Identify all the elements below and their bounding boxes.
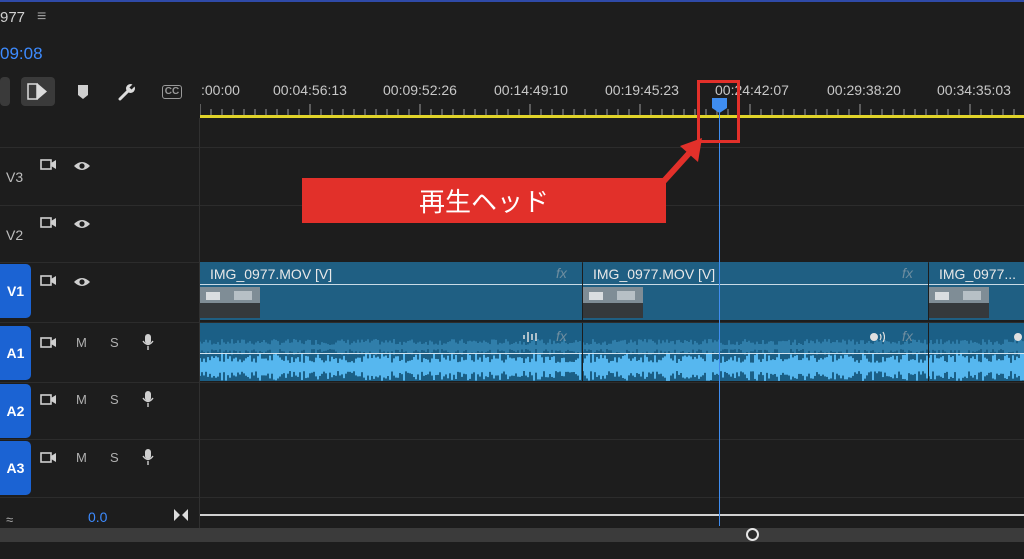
zoom-scroll-handle[interactable]: [746, 528, 759, 541]
fit-sequence-icon[interactable]: [173, 508, 189, 522]
captions-icon: CC: [161, 85, 183, 99]
clip-divider: [583, 284, 928, 285]
work-area-bar[interactable]: [200, 115, 1024, 118]
linked-selection-icon: [27, 83, 47, 100]
video-clip[interactable]: IMG_0977.MOV [V] fx: [583, 262, 928, 320]
clip-title: IMG_0977.MOV [V]: [210, 266, 333, 282]
sync-lock-icon[interactable]: [40, 216, 58, 235]
master-track-line: [200, 514, 1024, 516]
eye-icon[interactable]: [73, 217, 91, 235]
waveform-badge-icon: [523, 332, 537, 342]
ruler-label: 00:19:45:23: [605, 82, 679, 98]
playhead-timecode[interactable]: 09:08: [0, 44, 43, 64]
master-track-icon: ≈: [6, 512, 14, 527]
horizontal-scrollbar[interactable]: [0, 528, 1024, 542]
clip-divider: [929, 353, 1024, 354]
fx-badge: fx: [556, 328, 567, 344]
clip-divider: [200, 353, 582, 354]
track-target-v1[interactable]: V1: [0, 264, 31, 318]
microphone-icon[interactable]: [142, 448, 154, 471]
ruler-label: 00:14:49:10: [494, 82, 568, 98]
clip-divider: [583, 353, 928, 354]
speech-badge-icon: [1014, 333, 1022, 341]
sequence-tab-name[interactable]: 977: [0, 9, 25, 26]
playhead-callout: 再生ヘッド: [302, 178, 666, 223]
microphone-icon[interactable]: [142, 390, 154, 413]
video-clip[interactable]: IMG_0977.MOV [V] fx: [200, 262, 582, 320]
microphone-icon[interactable]: [142, 333, 154, 356]
eye-icon[interactable]: [73, 159, 91, 177]
ruler-label: 00:34:35:03: [937, 82, 1011, 98]
eye-icon[interactable]: [73, 275, 91, 293]
ruler-label: :00:00: [201, 82, 240, 98]
master-volume-value[interactable]: 0.0: [88, 509, 107, 525]
audio-clip[interactable]: fx: [583, 323, 928, 381]
track-divider: [0, 147, 1024, 148]
track-divider: [0, 497, 1024, 498]
solo-button[interactable]: S: [110, 450, 119, 465]
snap-button[interactable]: [0, 77, 10, 106]
mute-button[interactable]: M: [76, 392, 87, 407]
audio-waveform: [929, 339, 1024, 381]
clip-title: IMG_0977.MOV [V]: [593, 266, 716, 282]
add-marker-button[interactable]: [71, 80, 95, 104]
sync-lock-icon[interactable]: [40, 274, 58, 293]
track-divider: [0, 439, 1024, 440]
speech-badge-icon: [870, 331, 885, 343]
clip-thumbnail: [929, 287, 989, 318]
audio-clip[interactable]: [929, 323, 1024, 381]
clip-divider: [200, 284, 582, 285]
wrench-icon: [118, 82, 137, 101]
window-top-border: [0, 0, 1024, 2]
marker-icon: [78, 85, 88, 99]
clip-thumbnail: [200, 287, 260, 318]
track-divider: [0, 382, 1024, 383]
sync-lock-icon[interactable]: [40, 158, 58, 177]
fx-badge: fx: [902, 265, 913, 281]
audio-clip[interactable]: fx: [200, 323, 582, 381]
track-label-v3[interactable]: V3: [6, 169, 23, 185]
mute-button[interactable]: M: [76, 450, 87, 465]
fx-badge: fx: [556, 265, 567, 281]
sync-lock-icon[interactable]: [40, 451, 58, 470]
fx-badge: fx: [902, 328, 913, 344]
timeline-settings-button[interactable]: [115, 80, 139, 104]
sync-lock-icon[interactable]: [40, 393, 58, 412]
mute-button[interactable]: M: [76, 335, 87, 350]
captions-button[interactable]: CC: [160, 80, 184, 104]
clip-title: IMG_0977...: [939, 266, 1017, 282]
ruler-label: 00:04:56:13: [273, 82, 347, 98]
linked-selection-button[interactable]: [21, 77, 55, 106]
clip-divider: [929, 284, 1024, 285]
track-label-v2[interactable]: V2: [6, 227, 23, 243]
track-target-a2[interactable]: A2: [0, 384, 31, 438]
clip-thumbnail: [583, 287, 643, 318]
video-clip[interactable]: IMG_0977...: [929, 262, 1024, 320]
track-target-a3[interactable]: A3: [0, 441, 31, 495]
solo-button[interactable]: S: [110, 392, 119, 407]
track-target-a1[interactable]: A1: [0, 326, 31, 380]
ruler-label: 00:09:52:26: [383, 82, 457, 98]
sync-lock-icon[interactable]: [40, 336, 58, 355]
panel-menu-icon[interactable]: ≡: [37, 8, 46, 26]
ruler-label: 00:29:38:20: [827, 82, 901, 98]
solo-button[interactable]: S: [110, 335, 119, 350]
